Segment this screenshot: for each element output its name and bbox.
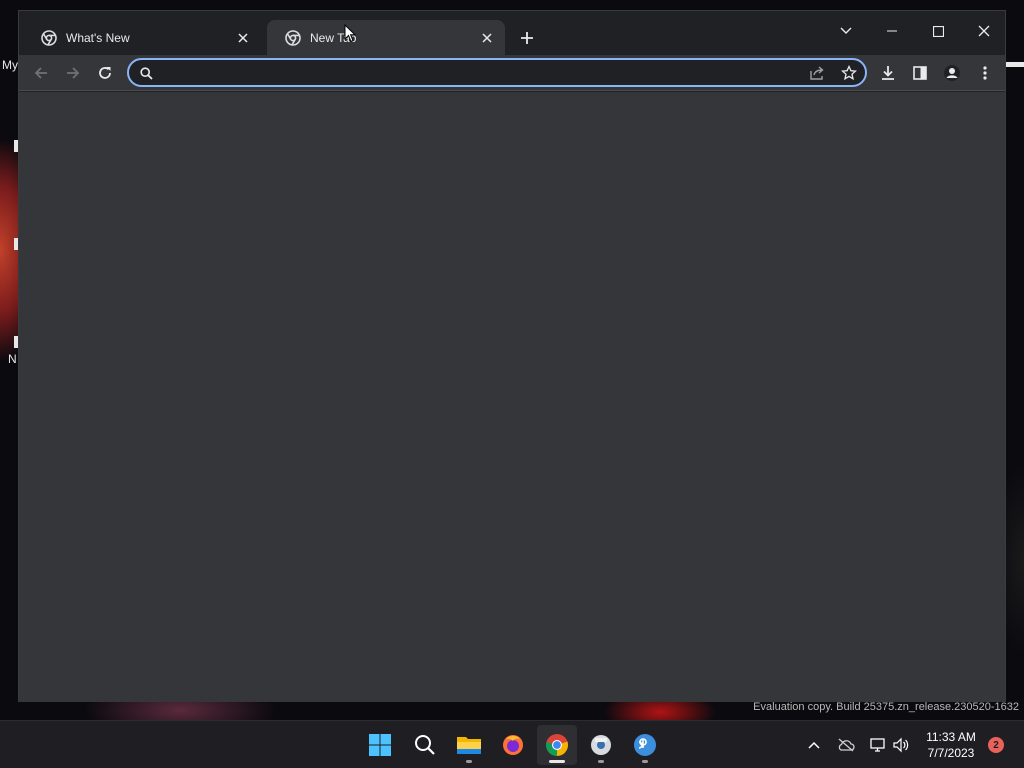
close-tab-icon[interactable]	[479, 30, 495, 46]
tab-title: New Tab	[310, 30, 357, 45]
chevron-up-icon[interactable]	[804, 735, 824, 755]
background-window-edge	[1006, 62, 1024, 67]
minimize-icon[interactable]	[877, 17, 907, 45]
clock-date: 7/7/2023	[927, 746, 975, 760]
close-tab-icon[interactable]	[235, 30, 251, 46]
folder-icon	[457, 737, 481, 754]
tab-title: What's New	[66, 30, 130, 45]
maximize-icon[interactable]	[923, 17, 953, 45]
arrow-left-icon[interactable]	[29, 61, 53, 85]
evaluation-watermark: Evaluation copy. Build 25375.zn_release.…	[753, 701, 1019, 713]
network-icon[interactable]	[868, 735, 888, 755]
tab-strip: What's New New Tab	[19, 11, 1005, 55]
system-clock[interactable]: 11:33 AM 7/7/2023	[918, 729, 984, 761]
firefox-button[interactable]	[493, 725, 533, 765]
share-icon[interactable]	[809, 65, 825, 81]
search-button[interactable]	[405, 725, 445, 765]
firefox-icon	[503, 735, 523, 755]
download-icon[interactable]	[876, 61, 900, 85]
running-indicator	[466, 760, 472, 763]
chrome-icon	[545, 734, 568, 756]
reload-icon[interactable]	[93, 61, 117, 85]
browser-toolbar	[19, 55, 1005, 91]
running-indicator	[549, 760, 565, 763]
notification-badge[interactable]: 2	[988, 737, 1004, 753]
disk-app-icon	[591, 735, 611, 755]
browser-window: What's New New Tab	[18, 10, 1006, 702]
search-icon	[415, 735, 435, 755]
kebab-menu-icon[interactable]	[973, 61, 997, 85]
file-explorer-button[interactable]	[449, 725, 489, 765]
taskbar: 11:33 AM 7/7/2023 2	[0, 720, 1024, 768]
address-bar[interactable]	[127, 58, 867, 87]
profile-icon[interactable]	[940, 61, 964, 85]
side-panel-icon[interactable]	[908, 61, 932, 85]
windows-logo-icon	[369, 734, 391, 756]
tab-new-tab[interactable]: New Tab	[267, 20, 505, 55]
clock-time: 11:33 AM	[926, 730, 976, 744]
tab-search-chevron-icon[interactable]	[831, 17, 861, 45]
arrow-right-icon[interactable]	[61, 61, 85, 85]
close-window-icon[interactable]	[969, 17, 999, 45]
address-input[interactable]	[159, 63, 799, 82]
star-icon[interactable]	[841, 65, 857, 81]
volume-icon[interactable]	[891, 735, 911, 755]
running-indicator	[642, 760, 648, 763]
disk-app-button[interactable]	[581, 725, 621, 765]
qbittorrent-button[interactable]	[625, 725, 665, 765]
page-content[interactable]	[19, 92, 1005, 702]
onedrive-offline-icon[interactable]	[836, 735, 856, 755]
start-button[interactable]	[360, 725, 400, 765]
running-indicator	[598, 760, 604, 763]
chrome-button[interactable]	[537, 725, 577, 765]
mouse-cursor-icon	[344, 23, 357, 48]
tab-whats-new[interactable]: What's New	[23, 20, 261, 55]
desktop-icon-label[interactable]: N	[8, 352, 17, 366]
chrome-favicon-icon	[285, 29, 301, 46]
desktop-icon-label[interactable]: My	[2, 58, 18, 72]
search-icon	[138, 65, 154, 81]
new-tab-plus-icon[interactable]	[517, 28, 537, 48]
chrome-favicon-icon	[41, 29, 57, 46]
qbittorrent-icon	[634, 734, 656, 756]
